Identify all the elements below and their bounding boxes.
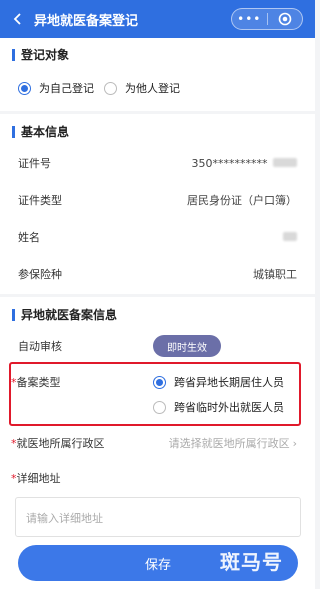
address-input[interactable]: 请输入详细地址 (15, 497, 301, 537)
radio-others[interactable] (104, 81, 117, 95)
register-target-heading-text: 登记对象 (21, 48, 70, 62)
register-target-section: 登记对象 为自己登记 为他人登记 (0, 38, 315, 111)
id-type-label: 证件类型 (18, 194, 62, 207)
target-icon (278, 12, 292, 26)
region-label: *就医地所属行政区 (11, 435, 105, 451)
id-number-label: 证件号 (18, 157, 51, 170)
region-label-text: 就医地所属行政区 (16, 437, 105, 450)
option-long-term-label: 跨省异地长期居住人员 (174, 376, 284, 389)
auto-review-label: 自动审核 (18, 340, 62, 353)
chevron-left-icon (13, 13, 21, 25)
name-value (283, 231, 297, 244)
radio-temporary[interactable] (153, 400, 166, 414)
insurance-type-label: 参保险种 (18, 268, 62, 281)
redacted-mark (273, 157, 297, 167)
region-placeholder: 请选择就医地所属行政区 (168, 437, 290, 450)
option-others[interactable]: 为他人登记 (104, 80, 180, 96)
record-info-heading: 异地就医备案信息 (12, 306, 117, 323)
option-self[interactable]: 为自己登记 (18, 80, 94, 96)
redacted-mark (283, 231, 297, 241)
insurance-type-row: 参保险种 城镇职工 (0, 255, 315, 293)
id-number-row: 证件号 350********** (0, 144, 315, 182)
heading-accent-bar (12, 48, 15, 61)
record-info-heading-text: 异地就医备案信息 (21, 308, 118, 322)
highlight-box (9, 362, 301, 426)
name-row: 姓名 (0, 218, 315, 256)
option-temporary[interactable]: 跨省临时外出就医人员 (153, 399, 284, 415)
region-selector[interactable]: 请选择就医地所属行政区 › (169, 435, 297, 451)
option-temporary-label: 跨省临时外出就医人员 (174, 401, 284, 414)
record-type-label: *备案类型 (11, 374, 61, 390)
id-type-value: 居民身份证（户口簿） (187, 194, 297, 207)
id-number-value: 350********** (191, 156, 297, 170)
top-bar: 异地就医备案登记 ••• (0, 0, 315, 38)
more-button[interactable]: ••• (232, 9, 267, 29)
insurance-type-value: 城镇职工 (253, 268, 297, 281)
heading-accent-bar (12, 308, 15, 321)
id-type-row: 证件类型 居民身份证（户口簿） (0, 181, 315, 219)
name-label: 姓名 (18, 231, 40, 244)
option-others-label: 为他人登记 (125, 82, 180, 95)
save-label: 保存 (144, 557, 171, 573)
option-self-label: 为自己登记 (39, 82, 94, 95)
mini-program-capsule: ••• (231, 8, 303, 30)
record-type-label-text: 备案类型 (16, 376, 61, 389)
basic-info-heading-text: 基本信息 (21, 125, 70, 139)
page-title: 异地就医备案登记 (34, 13, 139, 29)
chevron-right-icon: › (292, 437, 297, 450)
close-button[interactable] (268, 12, 303, 26)
address-label-text: 详细地址 (16, 472, 61, 485)
basic-info-heading: 基本信息 (12, 123, 69, 140)
address-label: *详细地址 (11, 470, 61, 486)
back-button[interactable] (6, 0, 30, 38)
region-row[interactable]: *就医地所属行政区 请选择就医地所属行政区 › (0, 424, 315, 462)
id-number-text: 350********** (191, 156, 268, 170)
option-long-term[interactable]: 跨省异地长期居住人员 (153, 374, 284, 390)
heading-accent-bar (12, 125, 15, 138)
register-target-heading: 登记对象 (12, 46, 69, 63)
instant-effect-badge: 即时生效 (153, 335, 221, 357)
radio-long-term[interactable] (153, 375, 166, 389)
radio-self[interactable] (18, 81, 31, 95)
watermark: 斑马号 (220, 550, 283, 574)
